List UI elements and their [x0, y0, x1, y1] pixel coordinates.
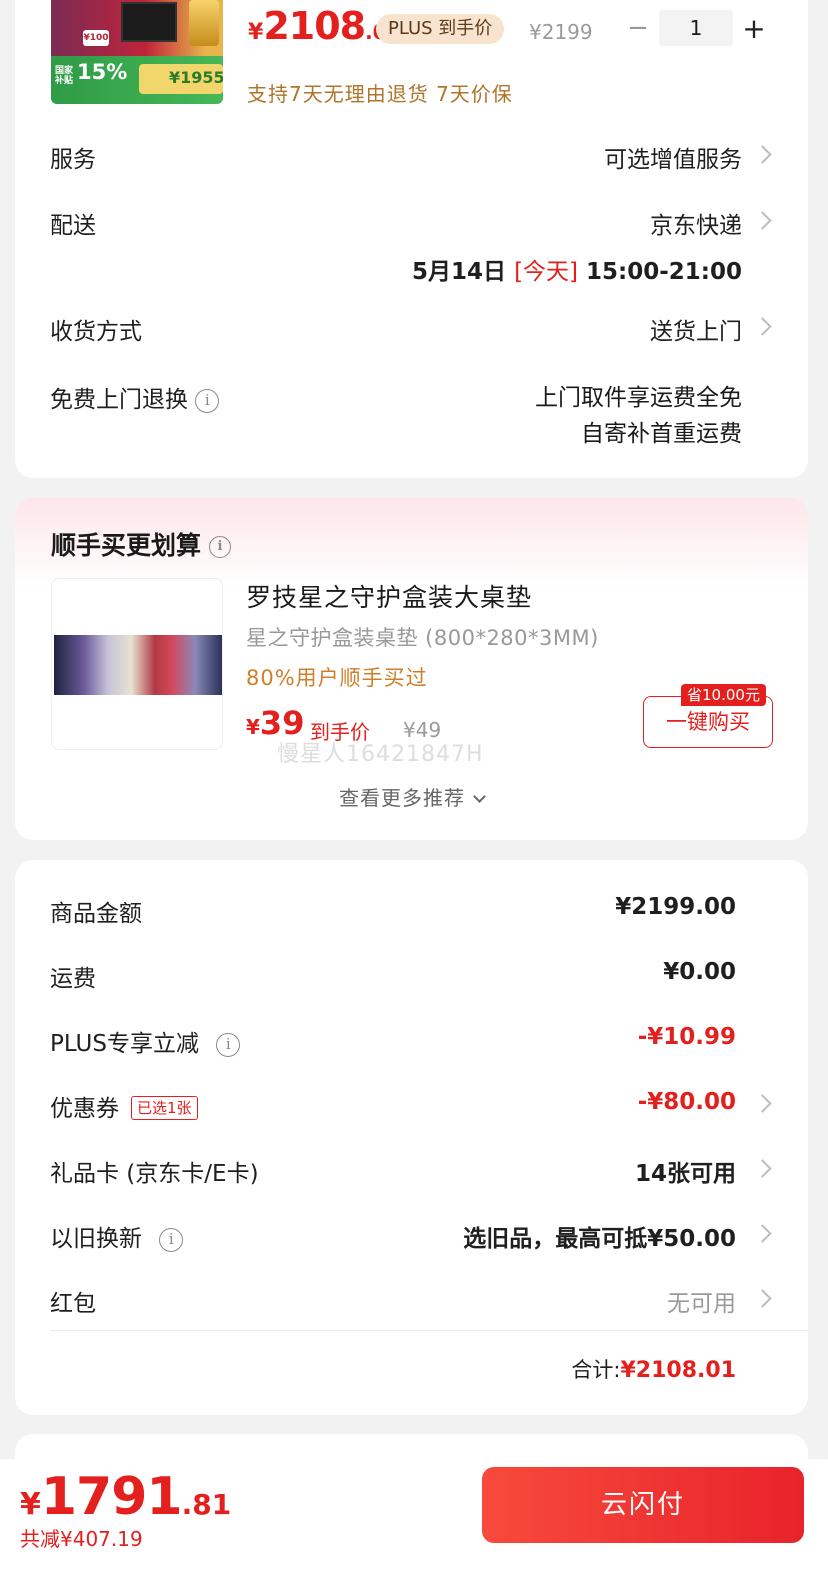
chevron-right-icon: [756, 1286, 770, 1310]
goods-amount-label: 商品金额: [50, 901, 142, 927]
chevron-right-icon: [756, 1156, 770, 1180]
red-packet-label: 红包: [50, 1291, 96, 1317]
product-thumbnail[interactable]: ¥100 国家补贴 15% ¥1955: [51, 0, 223, 104]
order-summary-card: 商品金额 ¥2199.00 运费 ¥0.00 PLUS专享立减 i -¥10.9…: [15, 860, 808, 1415]
order-total-value: ¥2108.01: [620, 1358, 736, 1383]
addon-product-spec: 星之守护盒装桌垫 (800*280*3MM): [246, 626, 599, 650]
addon-title-text: 顺手买更划算: [51, 531, 202, 560]
chevron-right-icon: [756, 1091, 770, 1115]
free-return-line2: 自寄补首重运费: [581, 421, 742, 447]
chevron-right-icon: [756, 208, 770, 232]
delivery-window: 15:00-21:00: [586, 259, 742, 285]
chevron-right-icon: [756, 142, 770, 166]
free-return-label-wrap: 免费上门退换 i: [50, 380, 220, 414]
summary-divider: [50, 1330, 808, 1331]
addon-title: 顺手买更划算 i: [51, 526, 232, 562]
gift-card-value: 14张可用: [634, 1161, 736, 1187]
increase-quantity-button[interactable]: +: [737, 12, 771, 45]
info-icon[interactable]: i: [159, 1227, 184, 1252]
more-recommendations-link[interactable]: 查看更多推荐: [15, 782, 808, 811]
gift-card-label: 礼品卡 (京东卡/E卡): [50, 1161, 259, 1187]
trade-in-label: 以旧换新: [50, 1226, 142, 1252]
free-return-line1: 上门取件享运费全免: [535, 385, 742, 411]
addon-popularity: 80%用户顺手买过: [246, 666, 428, 690]
pay-button[interactable]: 云闪付: [482, 1467, 804, 1543]
receive-method-value: 送货上门: [650, 319, 742, 345]
order-total: 合计:¥2108.01: [571, 1354, 736, 1384]
addon-product-image[interactable]: [51, 578, 223, 750]
chevron-right-icon: [756, 1221, 770, 1245]
monitor-image: [121, 2, 177, 42]
thumb-discount: 15%: [77, 60, 128, 84]
delivery-today: [今天]: [514, 259, 579, 285]
service-value: 可选增值服务: [604, 147, 742, 173]
quantity-stepper: − 1 +: [621, 10, 771, 46]
info-icon[interactable]: i: [209, 536, 232, 558]
trade-in-value: 选旧品，最高可抵¥50.00: [463, 1226, 736, 1252]
free-return-label: 免费上门退换: [50, 387, 188, 413]
plus-discount-label-wrap: PLUS专享立减 i: [50, 1024, 241, 1058]
service-tags: 支持7天无理由退货 7天价保: [247, 82, 513, 106]
trophy-image: [189, 0, 219, 46]
addon-price-currency: ¥: [246, 715, 260, 739]
more-recommendations-label: 查看更多推荐: [339, 786, 465, 810]
chevron-right-icon: [756, 314, 770, 338]
receive-method-label: 收货方式: [50, 319, 142, 345]
watermark: 慢星人16421847H: [277, 742, 484, 767]
coupon-label: 优惠券: [50, 1096, 119, 1122]
final-price-currency: ¥: [20, 1487, 41, 1522]
checkout-bar: ¥ 1791 .81 共减¥407.19 云闪付: [0, 1459, 828, 1577]
price-integer: 2108: [263, 4, 366, 48]
final-price-decimal: .81: [181, 1488, 232, 1521]
thumb-national-subsidy: 国家补贴: [55, 66, 74, 86]
original-price: ¥2199: [529, 20, 593, 44]
chevron-down-icon: [473, 790, 486, 803]
quantity-input[interactable]: 1: [659, 10, 733, 46]
delivery-date: 5月14日: [412, 259, 507, 285]
delivery-label: 配送: [50, 213, 96, 239]
trade-in-label-wrap: 以旧换新 i: [50, 1219, 184, 1253]
final-price-integer: 1791: [40, 1467, 183, 1527]
desk-mat-image: [54, 635, 222, 695]
shipping-label: 运费: [50, 966, 96, 992]
addon-card: 顺手买更划算 i 罗技星之守护盒装大桌垫 星之守护盒装桌垫 (800*280*3M…: [15, 498, 808, 840]
goods-amount-value: ¥2199.00: [615, 894, 736, 920]
product-card: ¥100 国家补贴 15% ¥1955 ¥ 2108 .01 PLUS 到手价 …: [15, 0, 808, 478]
red-packet-value: 无可用: [667, 1291, 736, 1317]
delivery-time: 5月14日 [今天] 15:00-21:00: [412, 252, 742, 286]
plus-discount-value: -¥10.99: [637, 1024, 736, 1050]
order-total-label: 合计:: [571, 1358, 621, 1382]
service-label: 服务: [50, 147, 96, 173]
save-badge: 省10.00元: [681, 684, 766, 706]
delivery-value: 京东快递: [650, 213, 742, 239]
coupon-label-wrap: 优惠券 已选1张: [50, 1089, 198, 1123]
price-currency: ¥: [248, 20, 264, 45]
shipping-value: ¥0.00: [663, 959, 736, 985]
thumb-coupon-100: ¥100: [83, 30, 109, 46]
free-return-value: 上门取件享运费全免 自寄补首重运费: [535, 380, 742, 452]
coupon-value: -¥80.00: [637, 1089, 736, 1115]
thumb-subsidy-amount: ¥1955: [169, 68, 223, 87]
coupon-selected-tag: 已选1张: [131, 1096, 198, 1120]
plus-price-badge: PLUS 到手价: [376, 14, 505, 44]
plus-discount-label: PLUS专享立减: [50, 1031, 199, 1057]
info-icon[interactable]: i: [216, 1032, 241, 1057]
addon-product-name[interactable]: 罗技星之守护盒装大桌垫: [246, 578, 532, 614]
total-saved: 共减¥407.19: [20, 1527, 143, 1551]
final-price: ¥ 1791 .81: [20, 1467, 231, 1527]
decrease-quantity-button[interactable]: −: [621, 13, 655, 43]
info-icon[interactable]: i: [195, 388, 220, 413]
